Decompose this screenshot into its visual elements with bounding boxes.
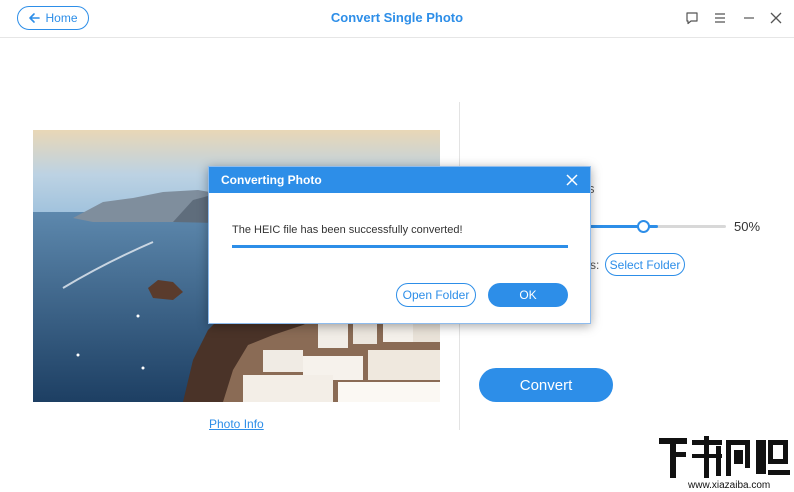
menu-button[interactable]: [712, 10, 728, 26]
quality-value: 50%: [734, 219, 761, 234]
minimize-button[interactable]: [741, 10, 757, 26]
minimize-icon: [744, 17, 754, 19]
open-folder-button[interactable]: Open Folder: [396, 283, 476, 307]
convert-button[interactable]: Convert: [479, 368, 613, 402]
close-icon: [566, 174, 578, 186]
feedback-button[interactable]: [684, 10, 700, 26]
title-bar: Home Convert Single Photo: [0, 0, 794, 38]
quality-slider-handle[interactable]: [637, 220, 650, 233]
ok-button[interactable]: OK: [488, 283, 568, 307]
dialog-close-button[interactable]: [564, 172, 580, 188]
feedback-icon: [686, 12, 698, 25]
select-folder-button[interactable]: Select Folder: [605, 253, 685, 276]
svg-text:www.xiazaiba.com: www.xiazaiba.com: [687, 480, 770, 491]
close-icon: [770, 12, 782, 24]
dialog-message: The HEIC file has been successfully conv…: [232, 224, 463, 236]
converting-photo-dialog: Converting Photo The HEIC file has been …: [208, 166, 591, 324]
dialog-progress-fill: [232, 245, 568, 248]
photo-info-link[interactable]: Photo Info: [209, 417, 264, 431]
dialog-title: Converting Photo: [221, 173, 322, 187]
quality-slider-track[interactable]: [590, 225, 726, 228]
partial-label-output: s:: [590, 258, 600, 272]
dialog-header: Converting Photo: [209, 167, 590, 193]
close-button[interactable]: [768, 10, 784, 26]
menu-icon: [715, 13, 725, 23]
watermark-logo: www.xiazaiba.com: [656, 436, 792, 492]
window-title: Convert Single Photo: [330, 10, 464, 25]
dialog-progress-bar: [232, 245, 568, 248]
